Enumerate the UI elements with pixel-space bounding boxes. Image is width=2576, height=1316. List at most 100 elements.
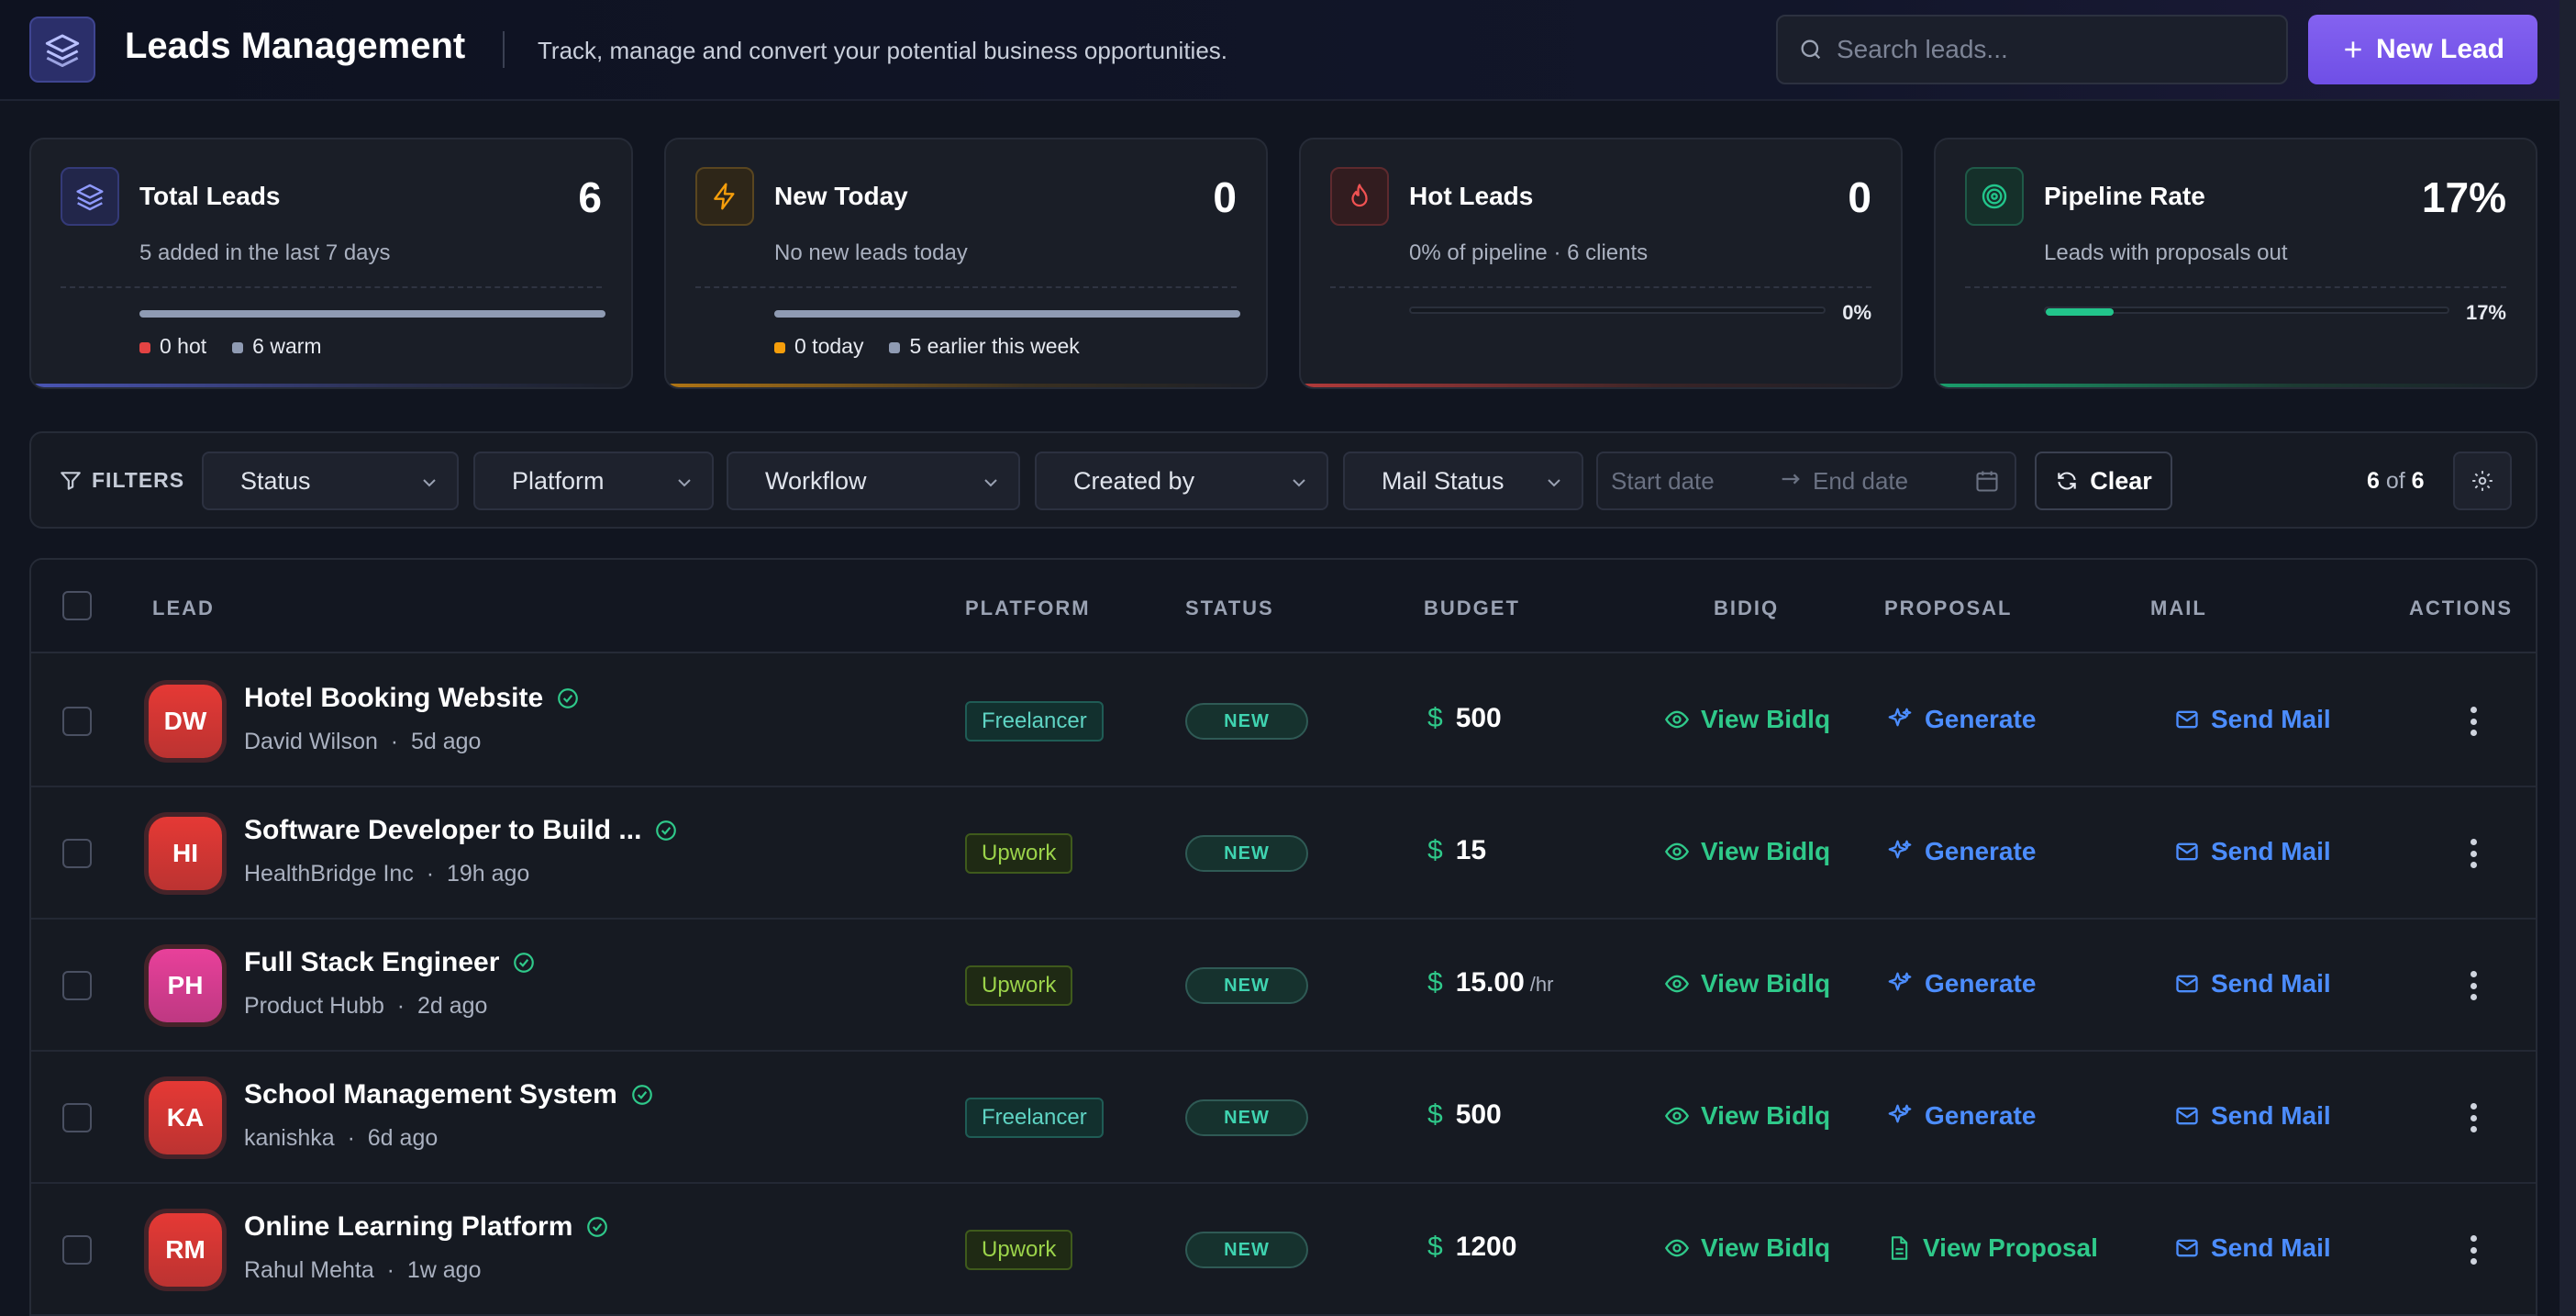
mail-status-filter-select[interactable]: Mail Status <box>1343 452 1583 510</box>
table-row[interactable]: RM Online Learning Platform Rahul Mehta … <box>31 1184 2536 1316</box>
mail-icon <box>2176 1239 2198 1257</box>
workflow-filter-select[interactable]: Workflow <box>727 452 1020 510</box>
header-platform[interactable]: PLATFORM <box>965 597 1091 620</box>
table-row[interactable]: DW Hotel Booking Website David Wilson · … <box>31 655 2536 787</box>
stat-description: No new leads today <box>774 240 968 265</box>
view-proposal-link[interactable]: View Proposal <box>1886 1233 2098 1263</box>
header-lead[interactable]: LEAD <box>152 597 215 620</box>
gear-icon <box>2472 471 2493 491</box>
view-bidiq-link[interactable]: View Bidlq <box>1664 837 1830 866</box>
table-row[interactable]: PH Full Stack Engineer Product Hubb · 2d… <box>31 920 2536 1052</box>
header-budget[interactable]: BUDGET <box>1424 597 1520 620</box>
stat-value: 0 <box>1213 173 1237 221</box>
new-lead-label: New Lead <box>2375 34 2505 64</box>
verified-check-icon <box>656 820 677 841</box>
mail-icon <box>2176 710 2198 729</box>
send-mail-link[interactable]: Send Mail <box>2174 969 2331 998</box>
header-status[interactable]: STATUS <box>1185 597 1274 620</box>
more-actions-icon[interactable] <box>2464 1230 2482 1270</box>
stat-description: 5 added in the last 7 days <box>139 240 391 265</box>
send-mail-link[interactable]: Send Mail <box>2174 1101 2331 1131</box>
search-icon <box>1801 39 1821 60</box>
date-range-picker[interactable]: Start date End date <box>1596 452 2016 510</box>
stat-value: 0 <box>1848 173 1871 221</box>
generate-proposal-link[interactable]: Generate <box>1886 705 2036 734</box>
send-mail-link[interactable]: Send Mail <box>2174 705 2331 734</box>
chevron-down-icon <box>984 479 997 487</box>
lead-client: Rahul Mehta · 1w ago <box>244 1257 482 1283</box>
generate-proposal-link[interactable]: Generate <box>1886 837 2036 866</box>
end-date-input[interactable]: End date <box>1813 467 1908 496</box>
lead-title[interactable]: Hotel Booking Website <box>244 683 580 714</box>
lead-title[interactable]: Software Developer to Build ... <box>244 815 678 846</box>
more-actions-icon[interactable] <box>2464 965 2482 1006</box>
send-mail-link[interactable]: Send Mail <box>2174 837 2331 866</box>
stat-progress-track <box>1409 307 1826 314</box>
chevron-down-icon <box>423 479 436 487</box>
row-checkbox[interactable] <box>62 839 92 868</box>
lead-client: kanishka · 6d ago <box>244 1125 439 1151</box>
budget-value: $500 <box>1427 1099 1502 1130</box>
select-all-checkbox[interactable] <box>62 591 92 620</box>
row-checkbox[interactable] <box>62 707 92 736</box>
clear-filters-button[interactable]: Clear <box>2035 452 2172 510</box>
mail-icon <box>2176 842 2198 861</box>
stat-card-new-today: New Today 0 No new leads today 0 today 5… <box>664 138 1268 389</box>
row-checkbox[interactable] <box>62 1103 92 1132</box>
row-checkbox[interactable] <box>62 1235 92 1265</box>
created-by-filter-select[interactable]: Created by <box>1035 452 1328 510</box>
row-checkbox[interactable] <box>62 971 92 1000</box>
flame-icon <box>1330 167 1389 226</box>
stat-card-hot-leads: Hot Leads 0 0% of pipeline · 6 clients 0… <box>1299 138 1903 389</box>
verified-check-icon <box>514 953 535 973</box>
lead-title[interactable]: School Management System <box>244 1079 654 1110</box>
view-bidiq-link[interactable]: View Bidlq <box>1664 705 1830 734</box>
layers-logo-icon <box>29 17 95 83</box>
platform-badge: Upwork <box>965 965 1073 1006</box>
eye-icon <box>1664 842 1690 861</box>
generate-proposal-link[interactable]: Generate <box>1886 969 2036 998</box>
more-actions-icon[interactable] <box>2464 1098 2482 1138</box>
header-mail[interactable]: MAIL <box>2150 597 2207 620</box>
card-accent-bar <box>1301 384 1901 387</box>
funnel-icon <box>61 471 81 490</box>
verified-check-icon <box>631 1085 652 1105</box>
view-bidiq-link[interactable]: View Bidlq <box>1664 1233 1830 1263</box>
generate-proposal-link[interactable]: Generate <box>1886 1101 2036 1131</box>
more-actions-icon[interactable] <box>2464 701 2482 742</box>
top-header: Leads Management Track, manage and conve… <box>0 0 2576 101</box>
status-filter-select[interactable]: Status <box>202 452 459 510</box>
stat-value: 17% <box>2421 173 2506 221</box>
table-row[interactable]: HI Software Developer to Build ... Healt… <box>31 787 2536 920</box>
eye-icon <box>1664 1239 1690 1257</box>
column-settings-button[interactable] <box>2453 452 2512 510</box>
sparkle-icon <box>1888 972 1912 991</box>
page-subtitle: Track, manage and convert your potential… <box>538 37 1228 64</box>
view-bidiq-link[interactable]: View Bidlq <box>1664 969 1830 998</box>
lead-title[interactable]: Full Stack Engineer <box>244 947 536 978</box>
start-date-input[interactable]: Start date <box>1611 467 1715 496</box>
budget-value: $15 <box>1427 835 1487 865</box>
header-bidiq[interactable]: BIDIQ <box>1714 597 1779 620</box>
more-actions-icon[interactable] <box>2464 833 2482 874</box>
status-badge: NEW <box>1185 1232 1308 1268</box>
eye-icon <box>1664 710 1690 729</box>
platform-badge: Freelancer <box>965 1098 1104 1138</box>
header-proposal[interactable]: PROPOSAL <box>1884 597 2012 620</box>
calendar-icon[interactable] <box>1974 468 2000 500</box>
lead-client: Product Hubb · 2d ago <box>244 993 488 1019</box>
search-input[interactable] <box>1837 35 2259 64</box>
page-scrollbar[interactable] <box>2559 0 2576 1316</box>
table-row[interactable]: KA School Management System kanishka · 6… <box>31 1052 2536 1184</box>
send-mail-link[interactable]: Send Mail <box>2174 1233 2331 1263</box>
stat-value: 6 <box>578 173 602 221</box>
platform-badge: Upwork <box>965 1230 1073 1270</box>
stat-label: Total Leads <box>139 182 281 210</box>
platform-filter-select[interactable]: Platform <box>473 452 714 510</box>
view-bidiq-link[interactable]: View Bidlq <box>1664 1101 1830 1131</box>
avatar: KA <box>149 1081 222 1154</box>
new-lead-button[interactable]: New Lead <box>2308 15 2537 84</box>
lead-title[interactable]: Online Learning Platform <box>244 1211 609 1243</box>
mail-icon <box>2176 975 2198 993</box>
search-box[interactable] <box>1776 15 2288 84</box>
